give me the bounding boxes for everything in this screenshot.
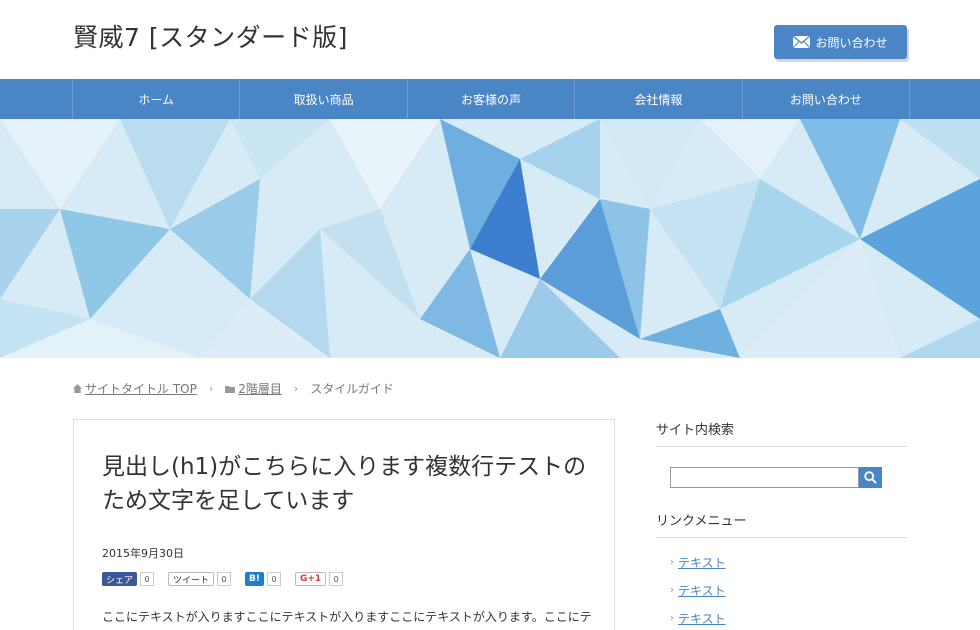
home-icon xyxy=(73,382,82,396)
link-menu: › テキスト › テキスト › テキスト xyxy=(656,548,907,630)
hero-image xyxy=(0,119,980,358)
sidebar: サイト内検索 リンクメニュー › テキスト › テキスト › テキスト xyxy=(656,419,907,630)
link-menu-item-label[interactable]: テキスト xyxy=(678,610,726,627)
breadcrumb-current: スタイルガイド xyxy=(310,382,394,396)
nav-item-contact[interactable]: お問い合わせ xyxy=(743,79,911,119)
site-header: 賢威7 [スタンダード版] お問い合わせ xyxy=(0,0,980,79)
search-input[interactable] xyxy=(670,467,859,488)
chevron-right-icon: › xyxy=(670,584,674,596)
chevron-right-icon: › xyxy=(293,382,299,395)
nav-item-company[interactable]: 会社情報 xyxy=(575,79,743,119)
share-google-plus[interactable]: G+1 0 xyxy=(295,572,344,586)
share-facebook[interactable]: シェア 0 xyxy=(102,572,155,586)
search-icon xyxy=(864,471,877,484)
share-count: 0 xyxy=(329,572,344,586)
chevron-right-icon: › xyxy=(670,556,674,568)
google-plus-button[interactable]: G+1 xyxy=(295,572,327,586)
global-nav: ホーム 取扱い商品 お客様の声 会社情報 お問い合わせ xyxy=(0,79,980,119)
share-count: 0 xyxy=(217,572,232,586)
nav-item-testimonials[interactable]: お客様の声 xyxy=(408,79,576,119)
mail-icon xyxy=(793,36,811,48)
search-form xyxy=(670,467,907,488)
search-widget-title: サイト内検索 xyxy=(656,419,907,447)
link-menu-title: リンクメニュー xyxy=(656,510,907,538)
contact-button-label: お問い合わせ xyxy=(815,35,888,50)
facebook-share-button[interactable]: シェア xyxy=(102,572,138,586)
nav-item-home[interactable]: ホーム xyxy=(73,79,241,119)
share-count: 0 xyxy=(267,572,281,586)
breadcrumb-link-top[interactable]: サイトタイトル TOP xyxy=(85,380,197,397)
link-menu-item[interactable]: › テキスト xyxy=(656,576,907,604)
link-menu-item-label[interactable]: テキスト xyxy=(678,582,726,599)
share-twitter[interactable]: ツイート 0 xyxy=(168,572,232,586)
search-button[interactable] xyxy=(859,467,882,488)
article: 見出し(h1)がこちらに入ります複数行テストのため文字を足しています 2015年… xyxy=(73,419,615,630)
share-hatena[interactable]: B! 0 xyxy=(245,572,281,586)
folder-icon xyxy=(225,382,236,396)
contact-button[interactable]: お問い合わせ xyxy=(774,25,907,59)
breadcrumb: サイトタイトル TOP › 2階層目 › スタイルガイド xyxy=(73,380,394,397)
link-menu-item[interactable]: › テキスト xyxy=(656,548,907,576)
tweet-button[interactable]: ツイート xyxy=(168,572,215,586)
breadcrumb-link-level2[interactable]: 2階層目 xyxy=(238,380,282,397)
chevron-right-icon: › xyxy=(670,612,674,624)
article-body: ここにテキストが入りますここにテキストが入りますここにテキストが入ります。ここに… xyxy=(102,610,592,624)
hatena-bookmark-button[interactable]: B! xyxy=(245,572,264,586)
chevron-right-icon: › xyxy=(208,382,214,395)
link-menu-item[interactable]: › テキスト xyxy=(656,604,907,630)
share-buttons: シェア 0 ツイート 0 B! 0 G+1 0 xyxy=(102,572,357,586)
article-title: 見出し(h1)がこちらに入ります複数行テストのため文字を足しています xyxy=(102,454,587,514)
post-date: 2015年9月30日 xyxy=(102,547,184,560)
nav-item-products[interactable]: 取扱い商品 xyxy=(240,79,408,119)
link-menu-item-label[interactable]: テキスト xyxy=(678,554,726,571)
site-title[interactable]: 賢威7 [スタンダード版] xyxy=(73,18,348,54)
share-count: 0 xyxy=(140,572,155,586)
